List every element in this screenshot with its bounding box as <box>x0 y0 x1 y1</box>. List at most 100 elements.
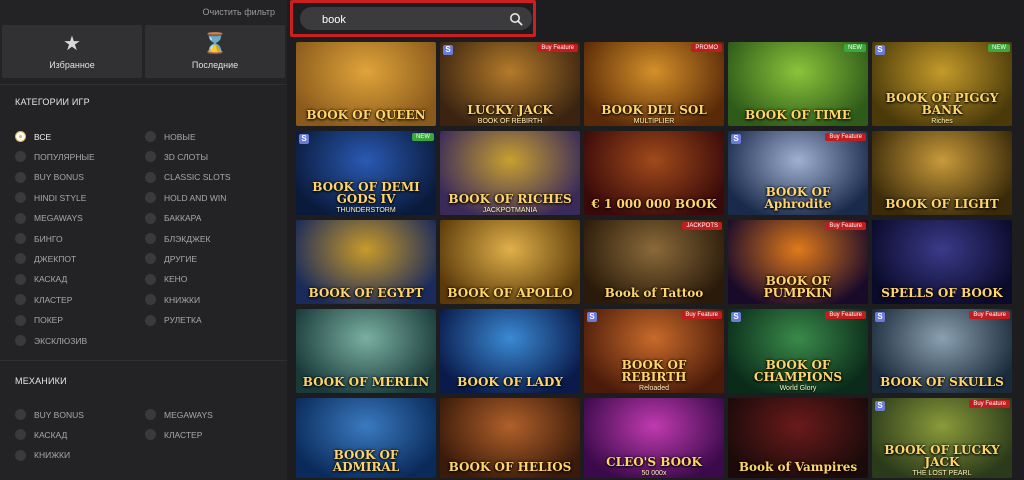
filter-option-label: РУЛЕТКА <box>164 315 202 326</box>
game-subtitle: 50 000x <box>641 470 667 477</box>
filter-option[interactable]: MEGAWAYS <box>15 212 83 224</box>
filter-option[interactable]: ДЖЕКПОТ <box>15 253 76 265</box>
radio-icon <box>145 253 156 265</box>
game-tile[interactable]: BOOK OF EGYPT <box>296 220 436 304</box>
radio-icon <box>145 131 156 142</box>
filter-option[interactable]: КНИЖКИ <box>145 294 200 306</box>
game-title: SPELLS OF BOOK <box>881 286 1003 300</box>
game-title: BOOK OF MERLIN <box>302 375 430 389</box>
game-badge: Buy Feature <box>825 311 866 319</box>
game-tile[interactable]: BOOK OF APOLLO <box>440 220 580 304</box>
filter-option[interactable]: ПОКЕР <box>15 314 63 326</box>
game-tile[interactable]: BOOK OF ADMIRAL <box>296 398 436 478</box>
game-tile[interactable]: S NEW BOOK OF PIGGY BANK Riches <box>872 42 1012 126</box>
game-subtitle: THUNDERSTORM <box>336 207 396 214</box>
game-badge: Buy Feature <box>681 311 722 319</box>
game-tile[interactable]: S NEW BOOK OF DEMI GODS IV THUNDERSTORM <box>296 131 436 215</box>
search-input[interactable] <box>320 10 504 29</box>
game-tile[interactable]: BOOK OF LIGHT <box>872 131 1012 215</box>
game-tile[interactable]: Book of Vampires <box>728 398 868 478</box>
filter-option[interactable]: ЭКСКЛЮЗИВ <box>15 335 87 346</box>
game-tile[interactable]: NEW BOOK OF TIME <box>728 42 868 126</box>
filter-option[interactable]: РУЛЕТКА <box>145 314 202 326</box>
filter-option[interactable]: HINDI STYLE <box>15 192 86 204</box>
game-title: Book of Tattoo <box>604 286 704 300</box>
game-badge: Buy Feature <box>969 311 1010 319</box>
game-title: BOOK OF PIGGY BANK <box>885 91 999 117</box>
divider <box>0 84 287 85</box>
filter-option[interactable]: КНИЖКИ <box>15 449 70 461</box>
search-bar <box>300 7 532 30</box>
filter-option-label: ВСЕ <box>34 131 52 142</box>
radio-icon <box>15 212 26 224</box>
clear-filter-link[interactable]: Очистить фильтр <box>203 7 275 17</box>
game-tile[interactable]: BOOK OF RICHES JACKPOTMANIA <box>440 131 580 215</box>
recent-button[interactable]: ⌛ Последние <box>145 25 285 78</box>
filter-option[interactable]: КАСКАД <box>15 429 67 441</box>
game-tile[interactable]: S Buy Feature BOOK OF SKULLS <box>872 309 1012 393</box>
radio-icon <box>145 192 156 204</box>
game-badge: NEW <box>988 44 1010 52</box>
game-title: LUCKY JACK <box>467 103 553 117</box>
filter-option[interactable]: КЛАСТЕР <box>145 429 202 441</box>
game-tile[interactable]: S Buy Feature LUCKY JACK BOOK OF REBIRTH <box>440 42 580 126</box>
filter-option-label: 3D СЛОТЫ <box>164 151 208 162</box>
game-badge: PROMO <box>691 44 722 52</box>
filter-option[interactable]: ВСЕ <box>15 131 51 142</box>
game-tile[interactable]: S Buy Feature BOOK OF LUCKY JACK THE LOST P… <box>872 398 1012 478</box>
filter-option[interactable]: 3D СЛОТЫ <box>145 151 208 163</box>
game-subtitle: BOOK OF REBIRTH <box>477 118 543 125</box>
game-tile[interactable]: BOOK OF HELIOS <box>440 398 580 478</box>
filter-option[interactable]: НОВЫЕ <box>145 131 196 142</box>
filter-option-label: КАСКАД <box>34 274 68 285</box>
radio-icon <box>15 233 26 244</box>
game-tile[interactable]: BOOK OF LADY <box>440 309 580 393</box>
radio-icon <box>145 171 156 183</box>
filter-option[interactable]: БЛЭКДЖЕК <box>145 233 210 244</box>
game-tile[interactable]: JACKPOTS Book of Tattoo <box>584 220 724 304</box>
filter-option[interactable]: КЛАСТЕР <box>15 294 73 306</box>
game-tile[interactable]: SPELLS OF BOOK <box>872 220 1012 304</box>
game-tile[interactable]: BOOK OF MERLIN <box>296 309 436 393</box>
filter-option[interactable]: MEGAWAYS <box>145 409 213 420</box>
filter-option[interactable]: CLASSIC SLOTS <box>145 171 231 183</box>
game-subtitle: JACKPOTMANIA <box>482 207 538 214</box>
radio-icon <box>15 429 26 441</box>
game-title: BOOK OF LUCKY JACK <box>884 443 1000 469</box>
mechanics-title: МЕХАНИКИ <box>15 376 67 386</box>
game-tile[interactable]: S Buy Feature BOOK OF Aphrodite <box>728 131 868 215</box>
game-tile[interactable]: S Buy Feature BOOK OF CHAMPIONS World Glory <box>728 309 868 393</box>
game-title: Book of Vampires <box>738 460 858 474</box>
favorites-button[interactable]: ★ Избранное <box>2 25 142 78</box>
filter-option[interactable]: КАСКАД <box>15 273 68 285</box>
filter-option[interactable]: КЕНО <box>145 273 187 285</box>
game-tile[interactable]: S Buy Feature BOOK OF REBIRTH Reloaded <box>584 309 724 393</box>
game-tile[interactable]: PROMO BOOK DEL SOL MULTIPLIER <box>584 42 724 126</box>
filter-option-label: БАККАРА <box>164 213 202 224</box>
game-tile[interactable]: € 1 000 000 BOOK <box>584 131 724 215</box>
filter-option-label: КЛАСТЕР <box>34 294 73 305</box>
game-subtitle: Riches <box>931 118 953 125</box>
filter-option-label: MEGAWAYS <box>164 409 213 420</box>
game-tile[interactable]: CLEO'S BOOK 50 000x <box>584 398 724 478</box>
filter-option[interactable]: BUY BONUS <box>15 409 84 420</box>
filter-option[interactable]: ДРУГИЕ <box>145 253 197 265</box>
sidebar: Очистить фильтр ★ Избранное ⌛ Последние … <box>0 0 287 480</box>
filter-option-label: ЭКСКЛЮЗИВ <box>34 335 88 346</box>
game-title: BOOK OF QUEEN <box>306 108 426 122</box>
filter-option[interactable]: БИНГО <box>15 233 63 244</box>
radio-icon <box>15 253 26 265</box>
filter-option[interactable]: HOLD AND WIN <box>145 192 226 204</box>
filter-option[interactable]: БАККАРА <box>145 212 202 224</box>
filter-option[interactable]: BUY BONUS <box>15 171 84 183</box>
game-title: BOOK OF PUMPKIN <box>763 274 833 300</box>
radio-icon <box>145 273 156 285</box>
radio-icon <box>15 171 26 183</box>
radio-icon <box>145 314 156 326</box>
game-tile[interactable]: Buy Feature BOOK OF PUMPKIN <box>728 220 868 304</box>
provider-logo-icon: S <box>875 401 885 411</box>
search-icon[interactable] <box>509 12 523 26</box>
game-tile[interactable]: BOOK OF QUEEN <box>296 42 436 126</box>
recent-label: Последние <box>191 59 239 70</box>
filter-option[interactable]: ПОПУЛЯРНЫЕ <box>15 151 95 163</box>
